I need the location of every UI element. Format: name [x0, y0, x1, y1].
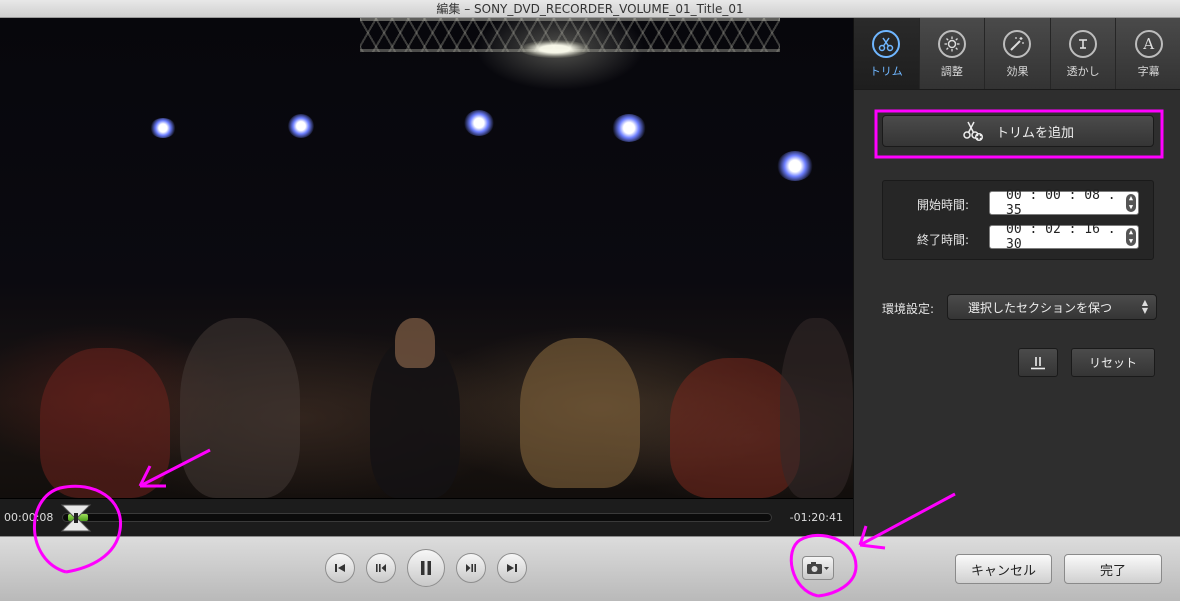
- tab-label: トリム: [869, 65, 903, 78]
- watermark-icon: [1069, 30, 1098, 58]
- stage-light: [150, 118, 176, 138]
- add-trim-label: トリムを追加: [995, 125, 1074, 141]
- current-time: 00:00:08: [4, 511, 54, 524]
- reset-button[interactable]: リセット: [1071, 348, 1155, 377]
- pause-icon: [421, 561, 431, 575]
- tab-trim[interactable]: トリム: [854, 18, 920, 89]
- tab-effects[interactable]: 効果: [985, 18, 1051, 89]
- audience: [40, 348, 170, 498]
- preference-label: 環境設定:: [882, 302, 935, 316]
- playback-bar: キャンセル 完了: [0, 536, 1180, 601]
- split-icon: [1031, 356, 1045, 369]
- subtitle-icon: A: [1134, 30, 1163, 58]
- step-back-icon: [376, 564, 386, 572]
- end-time-stepper[interactable]: ▲ ▼: [1126, 228, 1136, 246]
- brightness-icon: [937, 30, 966, 58]
- go-to-start-button[interactable]: [325, 553, 355, 583]
- audience: [180, 318, 300, 498]
- tab-label: 調整: [940, 65, 963, 78]
- edit-tabs: トリム 調整 効果 透かし A 字幕: [854, 18, 1180, 90]
- audience: [395, 318, 435, 368]
- stage-light: [777, 151, 813, 181]
- tab-label: 透かし: [1066, 65, 1100, 78]
- timeline-track[interactable]: [62, 513, 772, 522]
- edit-panel: トリム 調整 効果 透かし A 字幕 トリムを追加 開始時間: 00: 00 …: [853, 18, 1180, 536]
- go-to-end-button[interactable]: [497, 553, 527, 583]
- split-button[interactable]: [1018, 348, 1058, 377]
- cancel-button[interactable]: キャンセル: [955, 554, 1052, 584]
- audience: [780, 318, 853, 498]
- start-time-field[interactable]: 00 : 00 : 08 . 35 ▲ ▼: [989, 188, 1139, 218]
- end-time-label: 終了時間:: [917, 233, 970, 247]
- camera-icon: [807, 562, 829, 574]
- pause-button[interactable]: [407, 549, 445, 587]
- scissors-icon: [872, 30, 901, 58]
- previous-frame-button[interactable]: [366, 553, 396, 583]
- trim-time-box: 開始時間: 00 : 00 : 08 . 35 ▲ ▼ 終了時間: 00 : 02…: [882, 180, 1154, 260]
- stage-light: [612, 114, 646, 142]
- start-time-stepper[interactable]: ▲ ▼: [1126, 194, 1136, 212]
- add-trim-button[interactable]: トリムを追加: [882, 115, 1154, 147]
- snapshot-button[interactable]: [802, 556, 834, 580]
- start-time-label: 開始時間:: [917, 198, 970, 212]
- tab-watermark[interactable]: 透かし: [1051, 18, 1117, 89]
- editor-window: 編集 – SONY_DVD_RECORDER_VOLUME_01_Title_0…: [0, 0, 1180, 601]
- preference-select[interactable]: 選択したセクションを保つ ▲ ▼: [947, 294, 1157, 320]
- skip-back-icon: [335, 564, 345, 572]
- tab-label: 効果: [1006, 65, 1029, 78]
- step-forward-icon: [466, 564, 476, 572]
- stage-light: [288, 114, 314, 138]
- remaining-time: -01:20:41: [789, 511, 843, 524]
- done-button[interactable]: 完了: [1064, 554, 1162, 584]
- video-preview[interactable]: [0, 18, 853, 498]
- tab-adjust[interactable]: 調整: [920, 18, 986, 89]
- scissors-add-icon: [963, 121, 983, 141]
- magic-wand-icon: [1003, 30, 1032, 58]
- tab-label: 字幕: [1137, 65, 1160, 78]
- next-frame-button[interactable]: [456, 553, 486, 583]
- audience: [520, 338, 640, 488]
- skip-forward-icon: [507, 564, 517, 572]
- trim-handle-icon[interactable]: [58, 503, 94, 533]
- tab-subtitle[interactable]: A 字幕: [1116, 18, 1180, 89]
- stage-light: [464, 110, 494, 136]
- preference-value: 選択したセクションを保つ: [968, 300, 1113, 315]
- chevron-updown-icon: ▲ ▼: [1141, 298, 1148, 315]
- start-time-value: 00 : 00 : 08 . 35: [1006, 188, 1116, 218]
- end-time-field[interactable]: 00 : 02 : 16 . 30 ▲ ▼: [989, 222, 1139, 252]
- end-time-value: 00 : 02 : 16 . 30: [1006, 222, 1116, 252]
- timeline: 00:00:08 -01:20:41: [0, 498, 853, 536]
- stage-light: [520, 40, 590, 58]
- window-title: 編集 – SONY_DVD_RECORDER_VOLUME_01_Title_0…: [0, 0, 1180, 18]
